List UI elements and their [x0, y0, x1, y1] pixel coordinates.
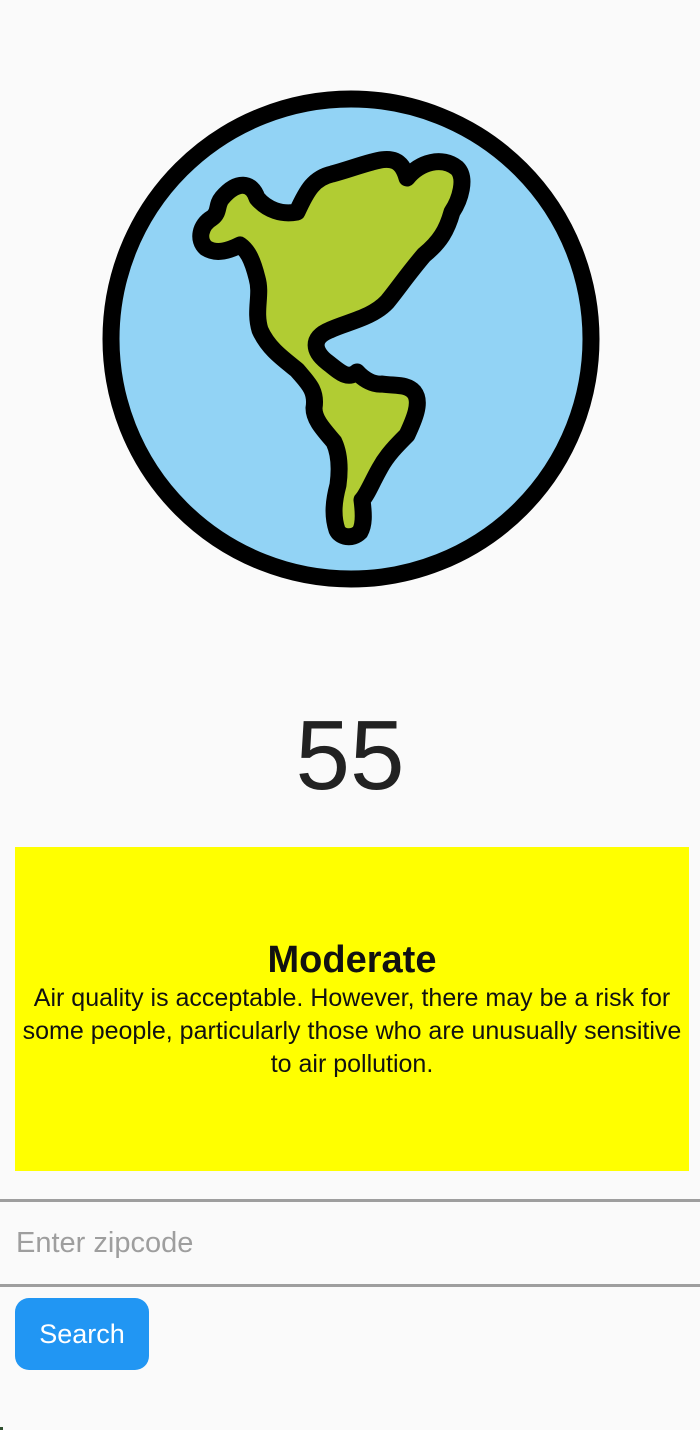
aqi-screen: 55 Moderate Air quality is acceptable. H…: [0, 0, 700, 1430]
search-button[interactable]: Search: [15, 1298, 149, 1370]
aqi-status-description: Air quality is acceptable. However, ther…: [22, 983, 682, 1078]
earth-americas-icon: [102, 90, 602, 590]
zipcode-field: [0, 1199, 700, 1287]
aqi-status-panel: Moderate Air quality is acceptable. Howe…: [15, 847, 689, 1171]
aqi-value: 55: [295, 700, 405, 810]
zipcode-input[interactable]: [0, 1202, 700, 1284]
aqi-status-level: Moderate: [267, 938, 437, 981]
